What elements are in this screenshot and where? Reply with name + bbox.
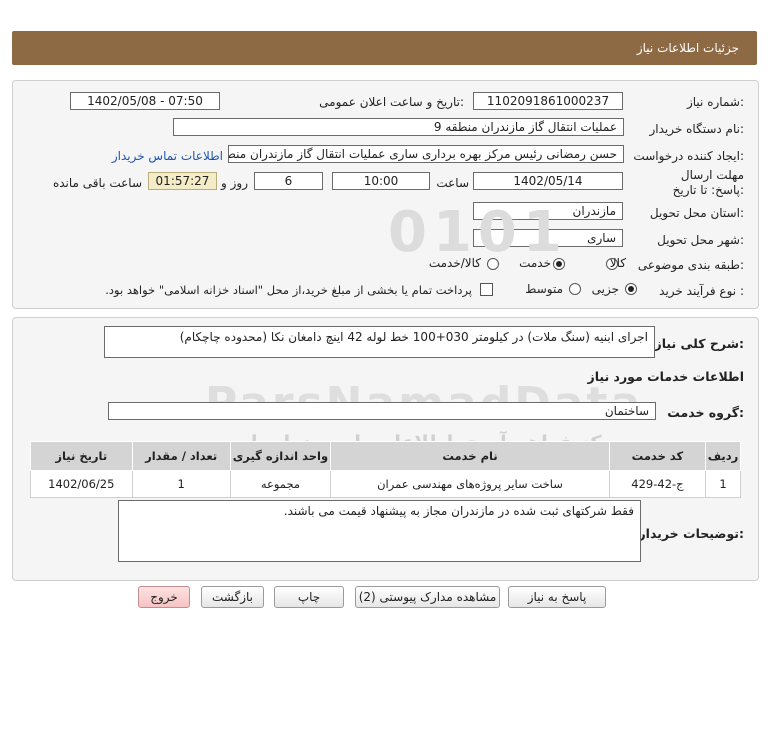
- purchase-option-medium: متوسط: [525, 282, 563, 296]
- category-option-service: خدمت: [519, 256, 551, 270]
- buyer-org-label: نام دستگاه خریدار:: [649, 122, 745, 136]
- category-option-goods: کالا: [609, 256, 626, 270]
- table-header-row: تاریخ نیاز تعداد / مقدار واحد اندازه گیر…: [30, 441, 741, 471]
- remaining-label: ساعت باقی مانده: [52, 176, 142, 190]
- services-section-title: اطلاعات خدمات مورد نیاز: [587, 369, 745, 384]
- cell-row-number: 1: [705, 470, 741, 498]
- remaining-time-field: 01:57:27: [148, 172, 217, 190]
- time-label: ساعت: [436, 176, 469, 190]
- header-service-name: نام خدمت: [330, 441, 610, 471]
- announce-label: تاریخ و ساعت اعلان عمومی:: [319, 95, 464, 109]
- description-field[interactable]: اجرای ابنیه (سنگ ملات) در کیلومتر 030+10…: [104, 326, 655, 358]
- cell-service-name: ساخت سایر پروژه‌های مهندسی عمران: [330, 470, 610, 498]
- services-table: تاریخ نیاز تعداد / مقدار واحد اندازه گیر…: [30, 441, 741, 498]
- category-radio-service[interactable]: [553, 258, 565, 270]
- province-field[interactable]: مازندران: [473, 202, 623, 220]
- buyer-notes-field[interactable]: فقط شرکتهای ثبت شده در مازندران مجاز به …: [118, 500, 641, 562]
- cell-need-date: 1402/06/25: [30, 470, 133, 498]
- buyer-notes-label: توضیحات خریدار:: [638, 526, 744, 541]
- days-label: روز و: [221, 176, 248, 190]
- deadline-date-field[interactable]: 1402/05/14: [473, 172, 623, 190]
- requester-field[interactable]: حسن رمضانی رئیس مرکز بهره برداری ساری عم…: [228, 145, 624, 163]
- print-button[interactable]: چاپ: [274, 586, 344, 608]
- category-option-goods-service: کالا/خدمت: [428, 256, 481, 270]
- category-label: طبقه بندی موضوعی:: [637, 258, 744, 272]
- deadline-time-field[interactable]: 10:00: [332, 172, 430, 190]
- service-group-label: گروه خدمت:: [667, 405, 744, 420]
- purchase-option-minor: جزیی: [591, 282, 619, 296]
- purchase-radio-minor[interactable]: [625, 283, 637, 295]
- header-row-number: ردیف: [705, 441, 741, 471]
- cell-quantity: 1: [131, 470, 231, 498]
- exit-button[interactable]: خروج: [138, 586, 190, 608]
- purchase-radio-medium[interactable]: [569, 283, 581, 295]
- back-button[interactable]: بازگشت: [201, 586, 264, 608]
- table-row: 1402/06/25 1 مجموعه ساخت سایر پروژه‌های …: [30, 470, 741, 498]
- contact-info-link[interactable]: اطلاعات تماس خریدار: [112, 149, 223, 163]
- treasury-payment-checkbox[interactable]: [480, 283, 493, 296]
- header-need-date: تاریخ نیاز: [30, 441, 133, 471]
- info-panel: [12, 80, 759, 309]
- reply-button[interactable]: پاسخ به نیاز: [508, 586, 606, 608]
- need-number-label: شماره نیاز:: [686, 95, 744, 109]
- announce-field[interactable]: 1402/05/08 - 07:50: [70, 92, 220, 110]
- title-bar: جزئیات اطلاعات نیاز: [12, 31, 757, 65]
- need-number-field[interactable]: 1102091861000237: [473, 92, 623, 110]
- province-label: استان محل تحویل:: [649, 206, 744, 220]
- days-field[interactable]: 6: [254, 172, 323, 190]
- page-title: جزئیات اطلاعات نیاز: [636, 41, 739, 55]
- deadline-label: مهلت ارسال پاسخ: تا تاریخ:: [672, 168, 744, 197]
- buyer-org-field[interactable]: عملیات انتقال گاز مازندران منطقه 9: [173, 118, 624, 136]
- attachments-button[interactable]: مشاهده مدارک پیوستی (2): [355, 586, 500, 608]
- header-service-code: کد خدمت: [608, 441, 707, 471]
- city-field[interactable]: ساری: [473, 229, 623, 247]
- requester-label: ایجاد کننده درخواست:: [633, 149, 744, 163]
- header-unit: واحد اندازه گیری: [229, 441, 332, 471]
- description-label: شرح کلی نیاز:: [654, 336, 745, 351]
- cell-unit: مجموعه: [229, 470, 332, 498]
- city-label: شهر محل تحویل:: [657, 233, 744, 247]
- payment-note: پرداخت تمام یا بخشی از مبلغ خرید،از محل …: [105, 283, 472, 297]
- purchase-type-label: نوع فرآیند خرید :: [659, 284, 744, 298]
- category-radio-goods-service[interactable]: [487, 258, 499, 270]
- header-quantity: تعداد / مقدار: [131, 441, 231, 471]
- service-group-field[interactable]: ساختمان: [108, 402, 656, 420]
- cell-service-code: ج-42-429: [608, 470, 707, 498]
